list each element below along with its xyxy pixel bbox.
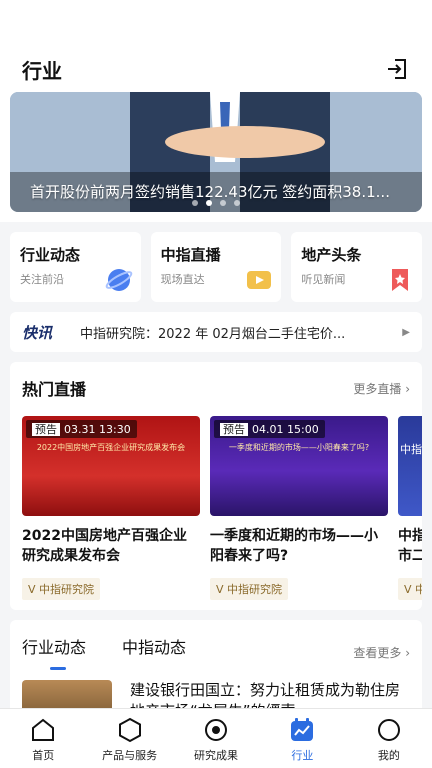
quick-link-title: 地产头条 — [301, 246, 362, 264]
news-ticker-text[interactable]: 中指研究院：2022 年 02月烟台二手住宅价... — [80, 323, 394, 342]
tabbar-label: 研究成果 — [194, 749, 239, 762]
quick-link-industry-news[interactable]: 行业动态 关注前沿 — [10, 232, 141, 302]
banner-dot-active[interactable] — [206, 200, 212, 206]
live-badge-tag: 预告 — [220, 423, 248, 436]
logout-icon — [388, 59, 406, 79]
banner-dots — [10, 200, 422, 206]
banner-carousel[interactable]: 首开股份前两月签约销售122.43亿元 签约面积38.1... — [10, 92, 422, 212]
planet-icon — [105, 269, 132, 291]
live-card-source: V 中指研究院 — [22, 578, 101, 600]
live-card-source-label: 中 — [415, 583, 422, 596]
live-card[interactable]: 中指 中指市二 V 中 — [398, 416, 422, 600]
live-thumbnail-text: 中指 — [400, 443, 422, 456]
news-ticker-logo: 快讯 — [22, 323, 53, 342]
live-badge-time: 03.31 13:30 — [64, 423, 131, 436]
quick-link-title: 中指直播 — [160, 246, 221, 264]
hot-live-section: 热门直播 更多直播 › 预告 03.31 13:30 2022中国房地产百强企业研… — [10, 362, 422, 610]
tabbar-home[interactable]: 首页 — [0, 709, 86, 768]
more-live-label: 更多直播 — [353, 381, 402, 396]
tabs-row: 行业动态 中指动态 查看更多 › — [22, 634, 410, 670]
status-bar — [0, 0, 432, 46]
news-ticker[interactable]: 快讯 中指研究院：2022 年 02月烟台二手住宅价... ▶ — [10, 312, 422, 352]
live-card[interactable]: 预告 03.31 13:30 2022中国房地产百强企业研究成果发布会 2022中… — [22, 416, 200, 600]
v-badge-icon: V — [28, 583, 36, 596]
live-card-source: V 中指研究院 — [210, 578, 289, 600]
live-card-source: V 中 — [398, 578, 422, 600]
logout-button[interactable] — [384, 56, 410, 82]
section-title: 热门直播 — [22, 380, 87, 399]
live-card-source-label: 中指研究院 — [39, 583, 95, 596]
tabbar-products[interactable]: 产品与服务 — [86, 709, 172, 768]
tabbar-industry[interactable]: 行业 — [259, 709, 345, 768]
live-thumbnail-text: 2022中国房地产百强企业研究成果发布会 — [36, 443, 186, 452]
live-badge: 预告 04.01 15:00 — [214, 420, 325, 438]
live-carousel[interactable]: 预告 03.31 13:30 2022中国房地产百强企业研究成果发布会 2022中… — [22, 416, 422, 610]
more-live-link[interactable]: 更多直播 › — [353, 380, 410, 397]
bottom-tabbar: 首页 产品与服务 研究成果 行业 我的 — [0, 708, 432, 768]
view-more-link[interactable]: 查看更多 › — [353, 644, 410, 661]
live-badge: 预告 03.31 13:30 — [26, 420, 137, 438]
chevron-right-icon: › — [405, 381, 410, 396]
page-title: 行业 — [22, 58, 62, 83]
industry-news-section: 行业动态 中指动态 查看更多 › 建设银行田国立：努力让租赁成为勒住房地产市场“… — [10, 620, 422, 722]
home-icon — [32, 718, 55, 741]
banner-section: 首开股份前两月签约销售122.43亿元 签约面积38.1... — [0, 92, 432, 222]
quick-link-title: 行业动态 — [20, 246, 81, 264]
tabbar-profile[interactable]: 我的 — [346, 709, 432, 768]
profile-icon — [377, 719, 400, 741]
live-thumbnail: 预告 04.01 15:00 一季度和近期的市场——小阳春来了吗? — [210, 416, 388, 516]
video-icon — [247, 271, 272, 289]
chevron-right-icon: › — [405, 645, 410, 660]
tabbar-label: 我的 — [377, 749, 400, 762]
hexagon-icon — [118, 717, 141, 743]
tab-industry-news[interactable]: 行业动态 — [22, 634, 86, 670]
chart-icon — [291, 718, 314, 741]
banner-dot[interactable] — [234, 200, 240, 206]
quick-link-live[interactable]: 中指直播 现场直达 — [150, 232, 282, 302]
play-arrow-icon: ▶ — [402, 326, 410, 338]
live-card-title: 中指市二 — [398, 528, 422, 565]
live-badge-tag: 预告 — [32, 423, 60, 436]
tabbar-research[interactable]: 研究成果 — [173, 709, 259, 768]
live-card-title: 2022中国房地产百强企业研究成果发布会 — [22, 528, 187, 565]
tab-zhongzhi-news[interactable]: 中指动态 — [122, 634, 186, 670]
live-thumbnail: 中指 — [398, 416, 422, 516]
page-header: 行业 — [0, 46, 432, 92]
v-badge-icon: V — [404, 583, 412, 596]
live-card[interactable]: 预告 04.01 15:00 一季度和近期的市场——小阳春来了吗? 一季度和近期的… — [210, 416, 388, 600]
live-card-source-label: 中指研究院 — [227, 583, 283, 596]
v-badge-icon: V — [216, 583, 224, 596]
target-icon — [205, 719, 228, 741]
banner-dot[interactable] — [192, 200, 198, 206]
tabbar-label: 产品与服务 — [102, 749, 158, 762]
live-badge-time: 04.01 15:00 — [252, 423, 319, 436]
banner-dot[interactable] — [220, 200, 226, 206]
view-more-label: 查看更多 — [353, 645, 402, 660]
tabbar-label: 首页 — [32, 749, 55, 762]
bookmark-icon — [392, 269, 409, 291]
live-thumbnail: 预告 03.31 13:30 2022中国房地产百强企业研究成果发布会 — [22, 416, 200, 516]
live-card-title: 一季度和近期的市场——小阳春来了吗? — [210, 528, 378, 565]
quick-links: 行业动态 关注前沿 中指直播 现场直达 地产头条 听见新闻 — [0, 222, 432, 302]
tabbar-label: 行业 — [291, 749, 314, 762]
live-thumbnail-text: 一季度和近期的市场——小阳春来了吗? — [228, 443, 370, 452]
quick-link-headlines[interactable]: 地产头条 听见新闻 — [291, 232, 423, 302]
banner-caption: 首开股份前两月签约销售122.43亿元 签约面积38.1... — [30, 183, 390, 201]
